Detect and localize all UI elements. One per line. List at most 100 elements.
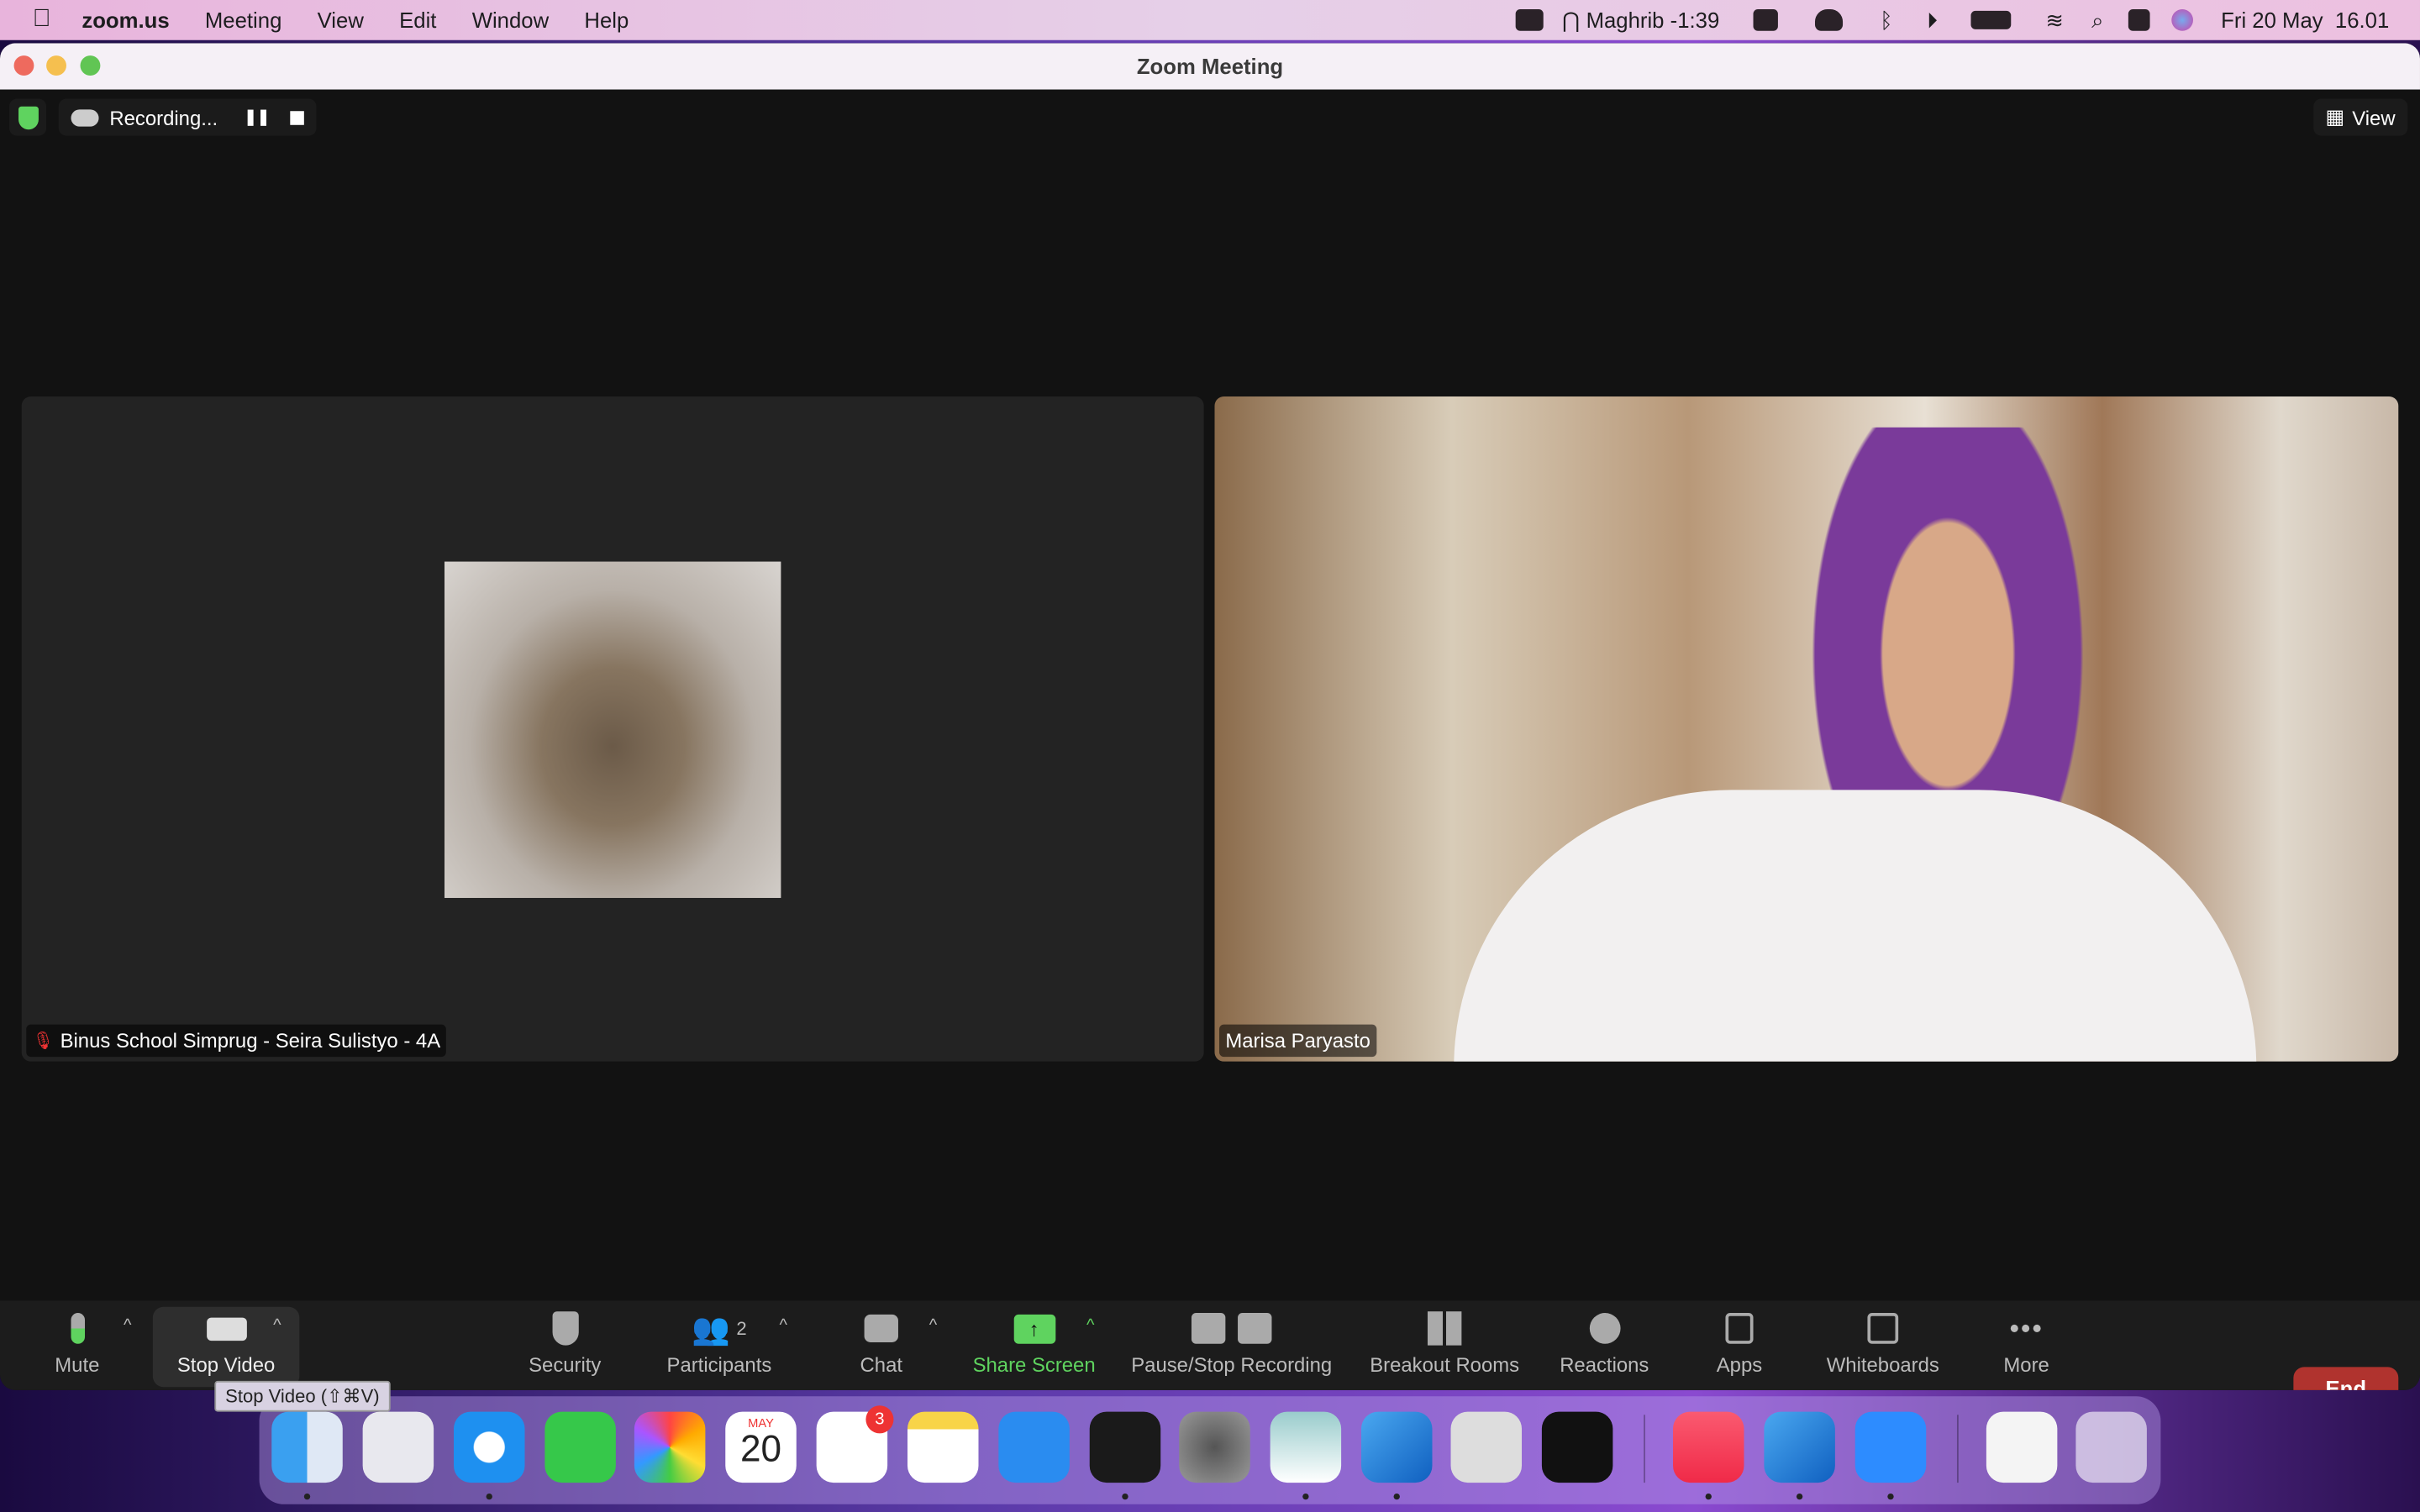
zoom-status-icon[interactable]: [1516, 9, 1544, 31]
dock: MAY 20 3: [259, 1396, 2161, 1504]
participant-count: 2: [736, 1317, 747, 1340]
dock-preview-icon[interactable]: [1270, 1411, 1342, 1483]
dock-system-preferences-icon[interactable]: [1179, 1411, 1250, 1483]
play-icon[interactable]: ⏵: [1927, 7, 1938, 33]
participants-chevron-icon[interactable]: ^: [780, 1316, 787, 1335]
recording-label: Recording...: [109, 105, 218, 129]
dock-zoom-icon[interactable]: [1854, 1411, 1927, 1483]
menu-window[interactable]: Window: [472, 8, 549, 32]
mute-label: Mute: [55, 1352, 100, 1377]
running-indicator: [1122, 1493, 1128, 1500]
recording-indicator: Recording... ❚❚: [58, 98, 317, 136]
recording-label: Pause/Stop Recording: [1131, 1352, 1333, 1377]
breakout-rooms-button[interactable]: Breakout Rooms: [1366, 1307, 1523, 1388]
dock-activity-monitor-icon[interactable]: [1541, 1411, 1613, 1483]
calendar-day: 20: [739, 1428, 782, 1471]
mosque-icon[interactable]: ⋂: [1562, 7, 1580, 33]
tooltip: Stop Video (⇧⌘V): [214, 1380, 391, 1412]
dock-calendar-icon[interactable]: MAY 20: [725, 1411, 797, 1483]
security-label: Security: [529, 1352, 602, 1377]
breakout-rooms-label: Breakout Rooms: [1370, 1352, 1520, 1377]
running-indicator: [1887, 1493, 1894, 1500]
dock-photos-icon[interactable]: [634, 1411, 706, 1483]
battery-icon[interactable]: [1971, 10, 2012, 29]
pause-icon: [1191, 1313, 1226, 1344]
whiteboards-button[interactable]: Whiteboards: [1821, 1307, 1944, 1388]
reactions-button[interactable]: Reactions: [1555, 1307, 1655, 1388]
zoom-window: Zoom Meeting Recording... ❚❚ ▦ View 🎙 Bi…: [0, 43, 2420, 1390]
dock-roblox-icon[interactable]: [1450, 1411, 1523, 1483]
apple-icon[interactable]: : [33, 6, 51, 34]
chat-chevron-icon[interactable]: ^: [929, 1316, 937, 1335]
dock-document-icon[interactable]: [1986, 1411, 2058, 1483]
more-button[interactable]: ••• More: [1996, 1307, 2057, 1388]
prayer-time[interactable]: Maghrib -1:39: [1586, 8, 1720, 32]
video-options-chevron-icon[interactable]: ^: [273, 1316, 281, 1335]
layout-icon[interactable]: [1753, 9, 1779, 31]
dock-trash-icon[interactable]: [2075, 1411, 2147, 1483]
running-indicator: [303, 1493, 311, 1500]
video-tile-participant-1[interactable]: 🎙 Binus School Simprug - Seira Sulistyo …: [21, 396, 1204, 1062]
view-button[interactable]: ▦ View: [2312, 98, 2408, 136]
share-screen-button[interactable]: ↑ Share Screen: [965, 1307, 1103, 1388]
dock-keynote-icon[interactable]: [998, 1411, 1070, 1483]
pause-stop-recording-button[interactable]: Pause/Stop Recording: [1123, 1307, 1339, 1388]
dock-finder-icon[interactable]: [271, 1411, 343, 1483]
menu-view[interactable]: View: [318, 8, 364, 32]
video-tile-participant-2[interactable]: Marisa Paryasto: [1214, 396, 2399, 1062]
dock-notes-icon[interactable]: [907, 1411, 979, 1483]
audio-options-chevron-icon[interactable]: ^: [124, 1316, 131, 1335]
siri-icon[interactable]: [2171, 9, 2194, 31]
close-button[interactable]: [13, 55, 34, 76]
dock-safari-icon[interactable]: [453, 1411, 525, 1483]
encryption-shield-icon[interactable]: [9, 98, 47, 136]
shield-icon: [551, 1311, 578, 1346]
maximize-button[interactable]: [80, 55, 101, 76]
reactions-label: Reactions: [1560, 1352, 1649, 1377]
bell-icon[interactable]: [1815, 9, 1844, 31]
participant-name-tag: 🎙 Binus School Simprug - Seira Sulistyo …: [26, 1024, 447, 1058]
minimize-button[interactable]: [46, 55, 66, 76]
share-options-chevron-icon[interactable]: ^: [1086, 1316, 1094, 1335]
search-icon[interactable]: ⌕: [2091, 7, 2103, 33]
muted-mic-icon: 🎙: [32, 1032, 55, 1051]
apps-button[interactable]: Apps: [1708, 1307, 1770, 1388]
bluetooth-icon[interactable]: ᛒ: [1880, 8, 1892, 32]
reminders-badge: 3: [865, 1405, 894, 1434]
dock-reminders-icon[interactable]: 3: [816, 1405, 894, 1483]
cloud-record-icon: [71, 108, 99, 126]
dock-music-icon[interactable]: [1673, 1411, 1744, 1483]
chat-label: Chat: [860, 1352, 902, 1377]
clock[interactable]: Fri 20 May 16.01: [2221, 8, 2389, 32]
pause-recording-icon[interactable]: ❚❚: [244, 108, 270, 125]
menu-app-name[interactable]: zoom.us: [82, 8, 169, 32]
menu-help[interactable]: Help: [584, 8, 629, 32]
dock-launchpad-icon[interactable]: [362, 1411, 434, 1483]
end-meeting-button[interactable]: End: [2293, 1367, 2399, 1390]
security-button[interactable]: Security: [518, 1307, 611, 1388]
menu-meeting[interactable]: Meeting: [205, 8, 281, 32]
stop-recording-icon[interactable]: [290, 110, 304, 124]
title-bar: Zoom Meeting: [0, 43, 2420, 90]
participants-label: Participants: [666, 1352, 772, 1377]
dock-messages-icon[interactable]: [544, 1411, 616, 1483]
dock-roblox-studio-icon[interactable]: [1360, 1411, 1433, 1483]
control-center-icon[interactable]: [2128, 9, 2150, 31]
stop-video-label: Stop Video: [176, 1352, 276, 1377]
whiteboards-label: Whiteboards: [1826, 1352, 1939, 1377]
mute-button[interactable]: Mute: [39, 1307, 116, 1388]
menu-edit[interactable]: Edit: [399, 8, 436, 32]
view-label: View: [2352, 105, 2396, 129]
share-screen-label: Share Screen: [972, 1352, 1096, 1377]
chat-button[interactable]: Chat: [850, 1307, 912, 1388]
participants-button[interactable]: 👥 2 Participants: [657, 1307, 781, 1388]
share-arrow-icon: ↑: [1013, 1313, 1055, 1343]
ellipsis-icon: •••: [2009, 1312, 2044, 1343]
dock-terminal-icon[interactable]: [1089, 1411, 1161, 1483]
smiley-plus-icon: [1588, 1313, 1620, 1344]
wifi-icon[interactable]: ≋: [2046, 7, 2065, 33]
dock-roblox-studio-icon[interactable]: [1764, 1411, 1835, 1483]
running-indicator: [486, 1493, 492, 1500]
window-title: Zoom Meeting: [1136, 54, 1284, 79]
apps-icon: [1725, 1313, 1754, 1344]
